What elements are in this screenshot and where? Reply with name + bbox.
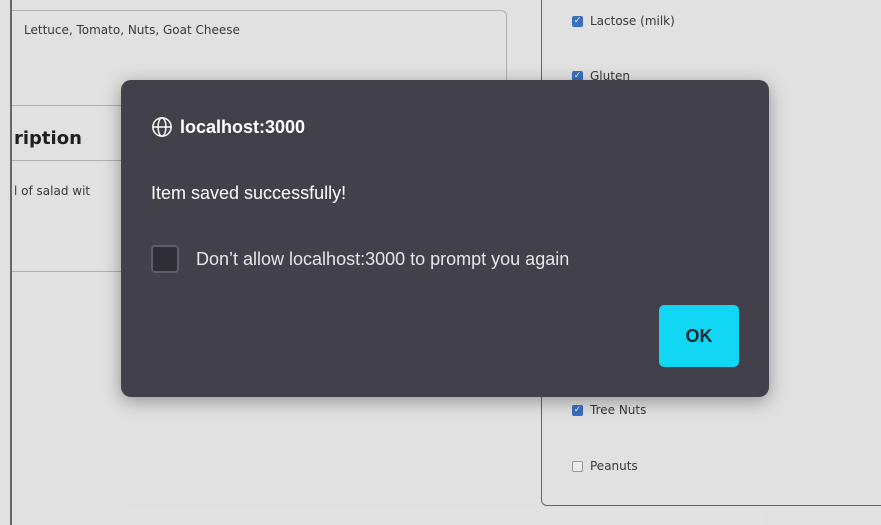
- dialog-message: Item saved successfully!: [151, 183, 347, 203]
- suppress-prompts-option[interactable]: Don’t allow localhost:3000 to prompt you…: [151, 245, 569, 273]
- dialog-header: localhost:3000: [151, 116, 305, 138]
- ok-button[interactable]: OK: [659, 305, 739, 367]
- dialog-origin: localhost:3000: [180, 116, 306, 137]
- globe-icon: [152, 117, 172, 137]
- alert-dialog: localhost:3000 Item saved successfully! …: [121, 80, 769, 397]
- suppress-prompts-checkbox[interactable]: [151, 245, 179, 273]
- suppress-prompts-label: Don’t allow localhost:3000 to prompt you…: [196, 248, 570, 269]
